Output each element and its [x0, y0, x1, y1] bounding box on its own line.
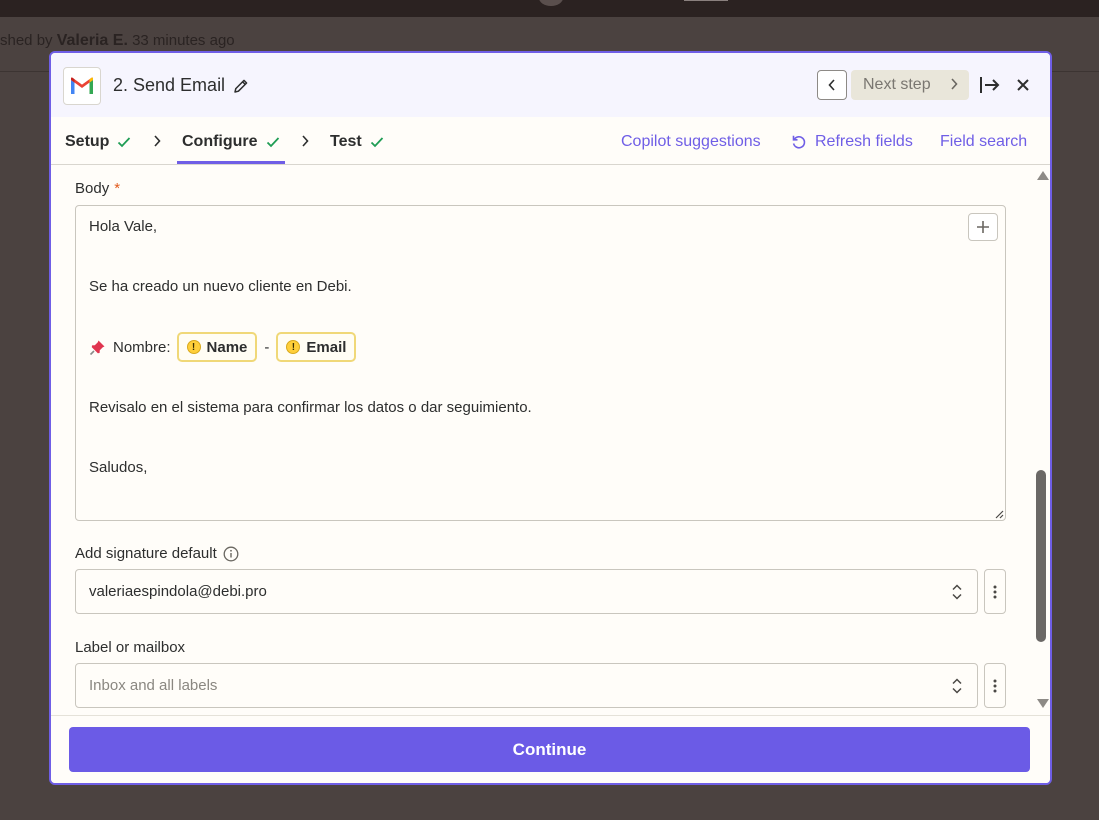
check-icon [266, 137, 279, 148]
label-options-button[interactable] [984, 663, 1006, 708]
avatar [539, 0, 563, 6]
published-prefix: shed by [0, 32, 53, 49]
refresh-fields-link[interactable]: Refresh fields [791, 133, 913, 151]
signature-select[interactable]: valeriaespindola@debi.pro [75, 569, 978, 614]
copilot-suggestions-link[interactable]: Copilot suggestions [621, 133, 761, 151]
name-pill-label: Name [206, 338, 248, 356]
refresh-icon [792, 135, 806, 149]
signature-value: valeriaespindola@debi.pro [89, 583, 267, 600]
next-step-label: Next step [863, 76, 931, 93]
body-line-greeting: Hola Vale, [89, 218, 158, 235]
body-line-closing: Saludos, [89, 459, 148, 476]
check-icon [118, 137, 131, 148]
pill-separator: - [264, 338, 270, 356]
more-vertical-icon [993, 679, 997, 692]
chevron-up-down-icon [952, 678, 962, 694]
body-line-intro: Se ha creado un nuevo cliente en Debi. [89, 278, 352, 295]
body-field-label: Body * [75, 180, 120, 197]
refresh-fields-label: Refresh fields [815, 133, 913, 150]
scroll-up-icon[interactable] [1037, 171, 1049, 180]
label-mailbox-placeholder: Inbox and all labels [89, 677, 218, 694]
body-line-review: Revisalo en el sistema para confirmar lo… [89, 399, 532, 416]
check-icon [370, 137, 383, 148]
publish-status-text: shed by Valeria E. 33 minutes ago [0, 32, 235, 50]
scroll-down-icon[interactable] [1037, 699, 1049, 708]
next-step-button[interactable]: Next step [851, 70, 969, 100]
tab-test[interactable]: Test [330, 133, 384, 151]
tab-configure-label: Configure [182, 133, 258, 150]
tab-test-label: Test [330, 133, 362, 150]
resize-handle-icon[interactable] [994, 509, 1004, 519]
tab-setup[interactable]: Setup [65, 133, 131, 151]
field-search-link[interactable]: Field search [940, 133, 1027, 151]
step-tabs: Setup Configure Test Copilot suggestions… [51, 117, 1050, 165]
signature-label-text: Add signature default [75, 545, 217, 562]
pencil-icon[interactable] [232, 77, 250, 95]
nombre-label: Nombre: [113, 338, 171, 356]
name-field-pill[interactable]: ! Name [176, 332, 258, 362]
warning-icon: ! [286, 340, 301, 354]
modal-header: 2. Send Email Next step [51, 53, 1050, 117]
email-field-pill[interactable]: ! Email [276, 332, 357, 362]
form-content[interactable]: Body * Hola Vale, Se ha creado un nuevo … [51, 165, 1050, 715]
step-title: 2. Send Email [113, 75, 226, 95]
active-tab-indicator [177, 161, 285, 164]
warning-icon: ! [186, 340, 201, 354]
plus-icon [977, 221, 989, 233]
pushpin-icon [89, 340, 105, 355]
chevron-right-icon [951, 78, 958, 90]
info-icon[interactable] [223, 546, 239, 562]
insert-data-button[interactable] [968, 213, 998, 241]
signature-field-label: Add signature default [75, 545, 239, 562]
signature-options-button[interactable] [984, 569, 1006, 614]
chevron-left-icon [828, 79, 835, 91]
continue-button[interactable]: Continue [69, 727, 1030, 772]
close-icon[interactable] [1016, 78, 1030, 92]
published-user: Valeria E. [56, 32, 128, 49]
required-mark: * [114, 180, 121, 197]
chevron-right-icon [302, 135, 309, 147]
body-line-name: Nombre: ! Name - ! Email [89, 332, 357, 362]
body-textarea[interactable]: Hola Vale, Se ha creado un nuevo cliente… [75, 205, 1006, 521]
step-editor-modal: 2. Send Email Next step Setup Configure … [49, 51, 1052, 785]
body-label-text: Body [75, 180, 110, 197]
chevron-right-icon [154, 135, 161, 147]
email-pill-label: Email [306, 338, 347, 356]
previous-step-button[interactable] [817, 70, 847, 100]
tab-setup-label: Setup [65, 133, 110, 150]
modal-footer: Continue [51, 715, 1050, 783]
collapse-panel-icon[interactable] [979, 75, 1001, 95]
more-vertical-icon [993, 585, 997, 598]
scrollbar-thumb[interactable] [1036, 470, 1046, 642]
content-scrollbar[interactable] [1033, 165, 1050, 715]
gmail-icon [63, 67, 101, 105]
label-field-label: Label or mailbox [75, 639, 186, 656]
chevron-up-down-icon [952, 584, 962, 600]
published-time: 33 minutes ago [132, 32, 235, 49]
label-mailbox-select[interactable]: Inbox and all labels [75, 663, 978, 708]
top-bar-divider [684, 0, 728, 1]
tab-configure[interactable]: Configure [182, 133, 280, 151]
app-top-bar [0, 0, 1099, 17]
